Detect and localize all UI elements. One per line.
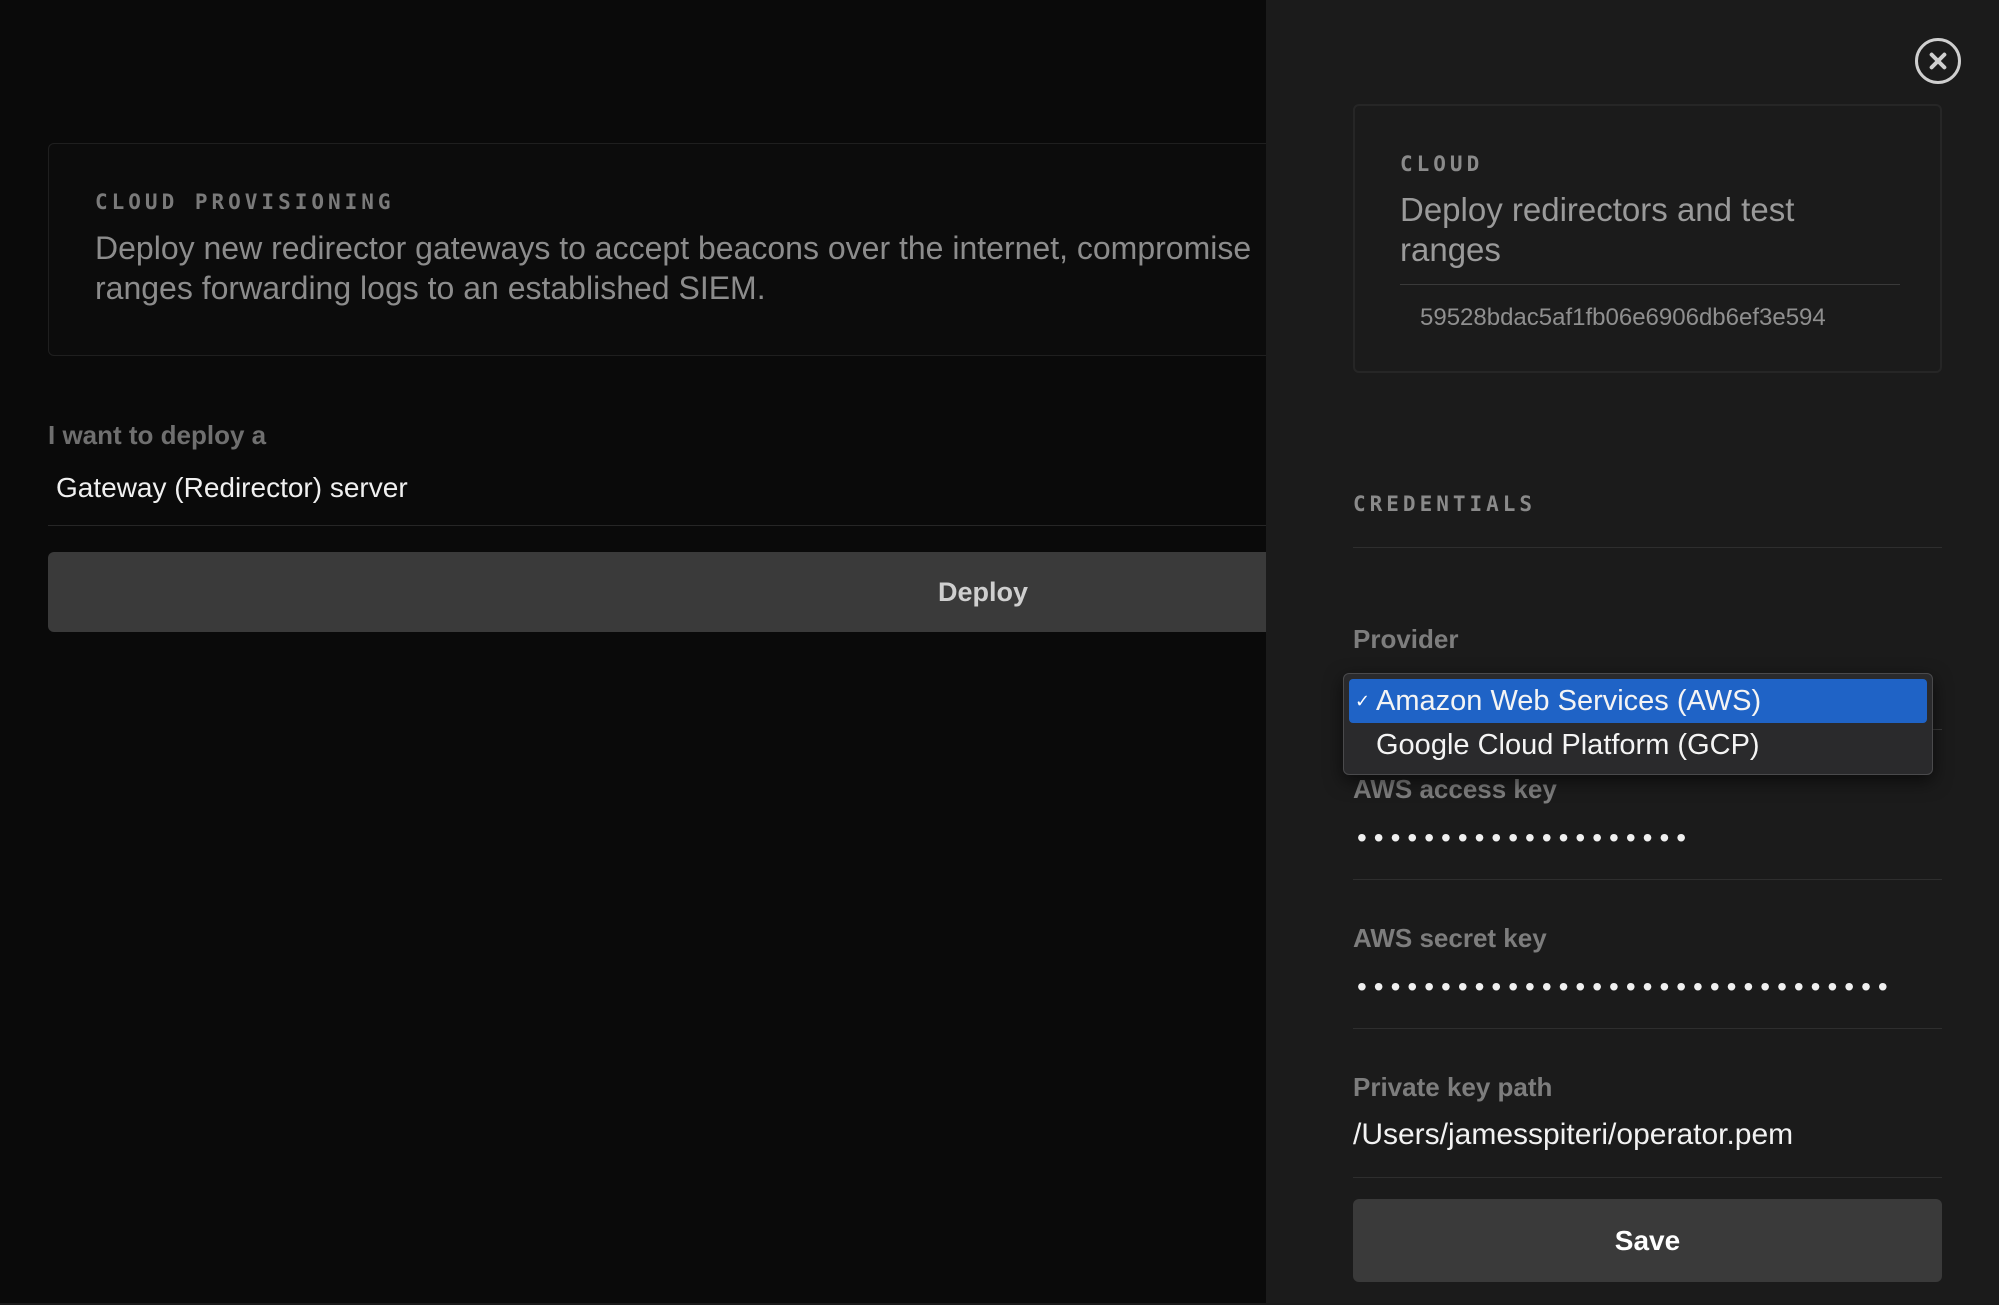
cloud-title: Deploy redirectors and test ranges — [1400, 191, 1795, 268]
main-content: CLOUD PROVISIONING Deploy new redirector… — [0, 0, 1266, 1305]
divider — [1353, 547, 1942, 548]
cloud-eyebrow: CLOUD — [1400, 152, 1484, 176]
save-button[interactable]: Save — [1353, 1199, 1942, 1282]
deploy-button-label: Deploy — [937, 577, 1029, 607]
provider-option-label: Google Cloud Platform (GCP) — [1376, 729, 1760, 761]
credentials-heading: CREDENTIALS — [1353, 492, 1537, 516]
provider-dropdown-menu: ✓ Amazon Web Services (AWS) Google Cloud… — [1343, 673, 1933, 775]
app-window: CLOUD PROVISIONING Deploy new redirector… — [0, 0, 1999, 1305]
aws-access-key-label: AWS access key — [1353, 774, 1557, 804]
provider-label: Provider — [1353, 624, 1459, 654]
provider-option-label: Amazon Web Services (AWS) — [1376, 685, 1762, 717]
check-icon: ✓ — [1355, 691, 1371, 711]
deploy-type-value: Gateway (Redirector) server — [56, 472, 408, 503]
card-description: Deploy new redirector gateways to accept… — [95, 230, 1252, 306]
cloud-id: 59528bdac5af1fb06e6906db6ef3e594 — [1420, 304, 1826, 331]
deploy-type-select[interactable]: Gateway (Redirector) server — [48, 458, 1266, 526]
provider-option-aws[interactable]: ✓ Amazon Web Services (AWS) — [1349, 679, 1927, 723]
close-icon[interactable] — [1915, 38, 1961, 84]
divider — [1353, 879, 1942, 880]
divider — [1400, 284, 1900, 285]
aws-access-key-input[interactable]: •••••••••••••••••••• — [1357, 822, 1693, 854]
cloud-info-card: CLOUD Deploy redirectors and test ranges… — [1353, 104, 1942, 373]
divider — [1353, 1028, 1942, 1029]
deploy-type-label: I want to deploy a — [48, 420, 267, 450]
divider — [1353, 1177, 1942, 1178]
cloud-provisioning-card: CLOUD PROVISIONING Deploy new redirector… — [48, 143, 1266, 356]
card-eyebrow: CLOUD PROVISIONING — [95, 190, 395, 214]
aws-secret-key-label: AWS secret key — [1353, 923, 1547, 953]
private-key-path-input[interactable]: /Users/jamesspiteri/operator.pem — [1353, 1118, 1793, 1152]
aws-secret-key-input[interactable]: •••••••••••••••••••••••••••••••• — [1357, 971, 1895, 1003]
private-key-path-label: Private key path — [1353, 1072, 1553, 1102]
provider-option-gcp[interactable]: Google Cloud Platform (GCP) — [1349, 723, 1927, 767]
